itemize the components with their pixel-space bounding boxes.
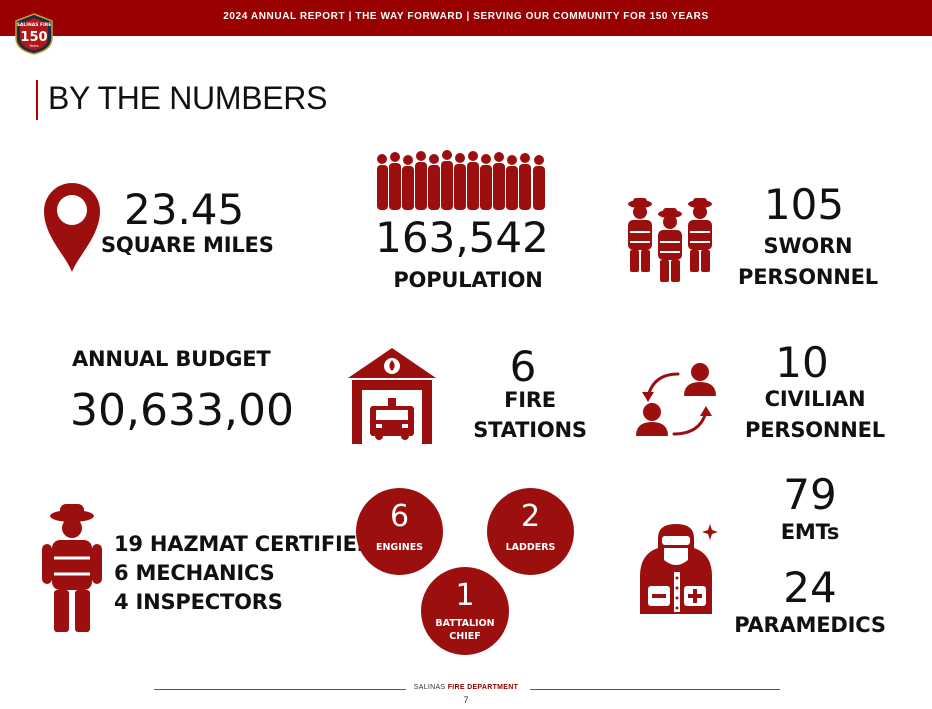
- svg-text:150: 150: [20, 30, 47, 45]
- paramedics-label: PARAMEDICS: [734, 613, 886, 637]
- stations-label-line1: FIRE: [504, 388, 556, 412]
- sworn-value: 105: [763, 180, 845, 229]
- footer-department: SALINAS FIRE DEPARTMENT: [392, 684, 540, 691]
- engines-value: 6: [389, 499, 410, 534]
- ladders-label: LADDERS: [505, 542, 556, 553]
- engines-circle: 6 ENGINES: [356, 488, 443, 575]
- emts-value: 79: [783, 470, 837, 519]
- battalion-chief-circle: 1 BATTALION CHIEF: [421, 567, 509, 655]
- sworn-label-line2: PERSONNEL: [738, 265, 878, 289]
- stations-value: 6: [509, 342, 537, 391]
- area-label: SQUARE MILES: [101, 233, 274, 257]
- ladders-value: 2: [520, 499, 541, 534]
- civilian-label-line2: PERSONNEL: [745, 418, 885, 442]
- emts-label: EMTs: [780, 520, 840, 544]
- battalion-chief-value: 1: [455, 578, 475, 613]
- svg-text:SALINAS FIRE: SALINAS FIRE: [17, 22, 52, 28]
- firefighter-icon: [42, 504, 102, 632]
- paramedic-icon: [640, 524, 718, 614]
- footer-dept-prefix: SALINAS: [413, 684, 448, 691]
- population-value: 163,542: [375, 213, 549, 262]
- map-pin-icon: [44, 183, 100, 272]
- civilian-value: 10: [775, 338, 829, 387]
- ladders-circle: 2 LADDERS: [487, 488, 574, 575]
- stations-label-line2: STATIONS: [473, 418, 587, 442]
- civilian-label-line1: CIVILIAN: [764, 387, 866, 411]
- budget-value: 30,633,00: [70, 385, 294, 436]
- svg-text:Years: Years: [29, 44, 38, 48]
- footer-divider-right: [530, 689, 780, 690]
- sworn-label-line1: SWORN: [763, 234, 853, 258]
- fire-station-icon: [348, 348, 436, 444]
- personnel-exchange-icon: [636, 363, 716, 436]
- firefighters-group-icon: [628, 198, 712, 282]
- title-accent-rule: [36, 80, 38, 120]
- department-badge-logo: SALINAS FIRE 150 Years: [15, 13, 53, 55]
- banner-text: 2024 ANNUAL REPORT | THE WAY FORWARD | S…: [223, 11, 709, 22]
- crowd-icon: [377, 150, 545, 210]
- battalion-chief-label-line2: CHIEF: [449, 631, 481, 642]
- page-title: BY THE NUMBERS: [48, 80, 328, 116]
- area-value: 23.45: [124, 185, 245, 234]
- cert-line-hazmat: 19 HAZMAT CERTIFIED: [114, 532, 375, 556]
- footer-dept-bold: FIRE DEPARTMENT: [447, 684, 519, 691]
- battalion-chief-label-line1: BATTALION: [435, 618, 495, 629]
- footer-divider-left: [154, 689, 406, 690]
- population-label: POPULATION: [393, 268, 543, 292]
- engines-label: ENGINES: [375, 542, 424, 553]
- budget-label: ANNUAL BUDGET: [72, 347, 271, 371]
- cert-line-mechanics: 6 MECHANICS: [114, 561, 275, 585]
- page-number: 7: [463, 695, 469, 705]
- paramedics-value: 24: [783, 563, 837, 612]
- cert-line-inspectors: 4 INSPECTORS: [114, 590, 283, 614]
